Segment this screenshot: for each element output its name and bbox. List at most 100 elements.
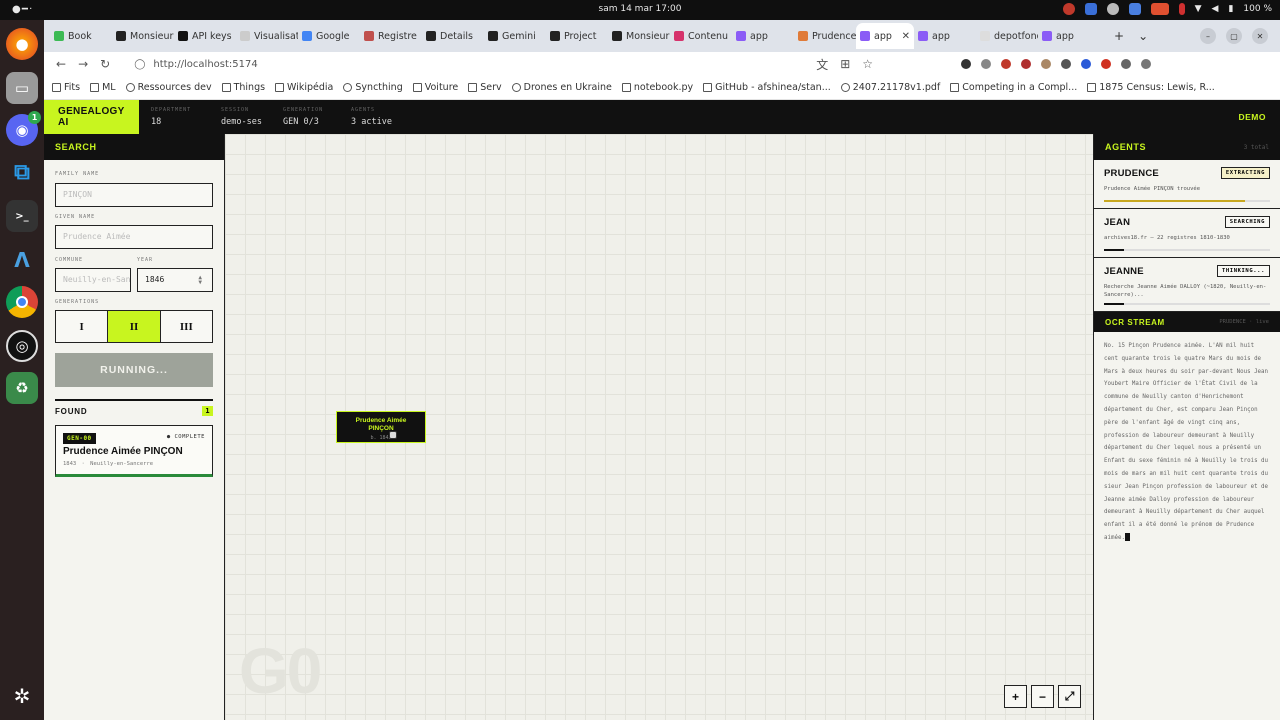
bookmark-item[interactable]: Serv [468,82,502,93]
bookmark-item[interactable]: Ressources dev [125,82,212,93]
family-name-input[interactable]: PINÇON [55,183,213,207]
bookmark-item[interactable]: 1875 Census: Lewis, R... [1087,82,1215,93]
browser-tab[interactable]: Visualisatio [236,23,298,49]
browser-tab[interactable]: depotfond [976,23,1038,49]
browser-tab[interactable]: Details [422,23,484,49]
close-window-button[interactable]: ✕ [1252,28,1268,44]
ocr-stream-header: OCR STREAM PRUDENCE · live [1094,312,1280,332]
bookmark-item[interactable]: Voiture [412,82,458,93]
fit-view-button[interactable]: ⤢ [1058,685,1081,708]
battery-icon[interactable]: ▮ [1228,4,1233,14]
brave-tray-icon[interactable] [1062,3,1075,15]
agent-card[interactable]: PRUDENCE EXTRACTING Prudence Aimée PINÇO… [1094,160,1280,209]
system-tray[interactable]: ▼ ◀ ▮ 100 % [1062,3,1272,15]
chrome-icon[interactable] [6,286,38,318]
browser-tab[interactable]: Prudence [794,23,856,49]
site-info-icon[interactable]: ◯ [134,59,145,70]
volume-icon[interactable]: ◀ [1212,4,1219,14]
files-icon[interactable]: ▭ [6,72,38,104]
terminal-icon[interactable]: >_ [6,200,38,232]
minimize-button[interactable]: – [1200,28,1216,44]
arduino-icon[interactable]: Λ [6,244,38,276]
tab-list-button[interactable]: ⌄ [1138,29,1148,43]
forward-icon[interactable]: → [78,57,88,71]
browser-tab[interactable]: app [914,23,976,49]
generation-option-3[interactable]: III [160,311,212,342]
system-top-bar: ● ━ · sam 14 mar 17:00 ▼ ◀ ▮ 100 % [0,0,1280,20]
menu-icon[interactable] [1141,59,1152,69]
discord-tray-icon[interactable] [1106,3,1119,15]
bookmark-item[interactable]: Fits [52,82,80,93]
vscode-icon[interactable]: ⧉ [6,156,38,188]
bookmark-icon [52,83,61,92]
generation-option-1[interactable]: I [56,311,109,342]
obs-icon[interactable]: ◎ [6,330,38,362]
browser-tab[interactable]: app [1038,23,1100,49]
bookmark-item[interactable]: notebook.py [621,82,693,93]
generation-watermark: G0 [239,635,322,707]
bookmark-item[interactable]: Competing in a Compl... [950,82,1077,93]
commune-input[interactable]: Neuilly-en-Sancerre [55,268,131,292]
battery-level: 100 % [1243,4,1272,14]
close-tab-icon[interactable]: ✕ [902,31,910,42]
generation-option-2[interactable]: II [108,311,161,342]
discord-icon[interactable]: ◉ 1 [6,111,41,146]
maximize-button[interactable]: ▢ [1226,28,1242,44]
zoom-in-button[interactable]: + [1004,685,1027,708]
browser-tab[interactable]: Monsieur [112,23,174,49]
year-spinner-icon[interactable]: ▲ ▼ [198,275,202,286]
screencast-tray-icon[interactable] [1150,3,1169,15]
browser-tab[interactable]: Google [298,23,360,49]
browser-tab[interactable]: Gemini [484,23,546,49]
app-tray-icon[interactable] [1128,3,1141,15]
bookmark-item[interactable]: Things [221,82,265,93]
extensions-grid-icon[interactable]: ⊞ [840,57,850,71]
bookmark-item[interactable]: 2407.21178v1.pdf [840,82,940,93]
year-input[interactable]: 1846 ▲ ▼ [137,268,213,292]
download-extension-icon[interactable] [1121,59,1132,69]
translate-icon[interactable]: 文 [816,56,828,73]
found-person-card[interactable]: GEN-00 ● COMPLETE Prudence Aimée PINÇON … [55,425,213,477]
extension-icon[interactable] [1041,59,1052,69]
bookmark-item[interactable]: ML [90,82,116,93]
browser-tab[interactable]: app [732,23,794,49]
flag-extension-icon[interactable] [1101,59,1112,69]
bookmark-icon [412,83,422,92]
back-icon[interactable]: ← [56,57,66,71]
browser-tab[interactable]: app ✕ [856,23,914,49]
trash-icon[interactable]: ♻ [6,372,38,404]
browser-tab[interactable]: Contenu [670,23,732,49]
address-bar[interactable]: ◯ http://localhost:5174 [124,54,804,74]
globe-extension-icon[interactable] [1061,59,1072,69]
bookmark-star-icon[interactable]: ☆ [862,57,873,71]
family-tree-canvas[interactable]: Prudence Aimée PINÇON b. 1843 G0 + − ⤢ [225,134,1094,720]
browser-tab[interactable]: Monsieur [608,23,670,49]
browser-tab[interactable]: Book [50,23,112,49]
puzzle-extension-icon[interactable] [981,59,992,69]
bookmark-item[interactable]: GitHub - afshinea/stan... [703,82,831,93]
url-text[interactable]: http://localhost:5174 [153,59,257,70]
agent-card[interactable]: JEANNE THINKING... Recherche Jeanne Aimé… [1094,258,1280,312]
browser-tab[interactable]: Project [546,23,608,49]
bookmark-item[interactable]: Syncthing [343,82,403,93]
bluetooth-tray-icon[interactable] [1084,3,1097,15]
bookmark-item[interactable]: Wikipédia [275,82,333,93]
browser-tab[interactable]: API keys [174,23,236,49]
circle-extension-icon[interactable] [1081,59,1092,69]
new-tab-button[interactable]: + [1114,29,1124,43]
ublock-icon[interactable] [1001,59,1012,69]
profile-b-icon[interactable] [961,59,972,69]
agent-card[interactable]: JEAN SEARCHING archives18.fr — 22 regist… [1094,209,1280,258]
person-node[interactable]: Prudence Aimée PINÇON b. 1843 [336,411,426,443]
given-name-input[interactable]: Prudence Aimée [55,225,213,249]
firefox-icon[interactable]: ● [6,28,38,60]
browser-tab[interactable]: Registre [360,23,422,49]
zoom-out-button[interactable]: − [1031,685,1054,708]
run-search-button[interactable]: RUNNING... [55,353,213,387]
vpn-icon[interactable] [1021,59,1032,69]
bookmark-item[interactable]: Drones en Ukraine [511,82,612,93]
app-grid-icon[interactable]: ✲ [6,680,38,712]
wifi-icon[interactable]: ▼ [1195,4,1202,14]
mic-tray-icon[interactable] [1178,3,1185,15]
reload-icon[interactable]: ↻ [100,57,110,71]
